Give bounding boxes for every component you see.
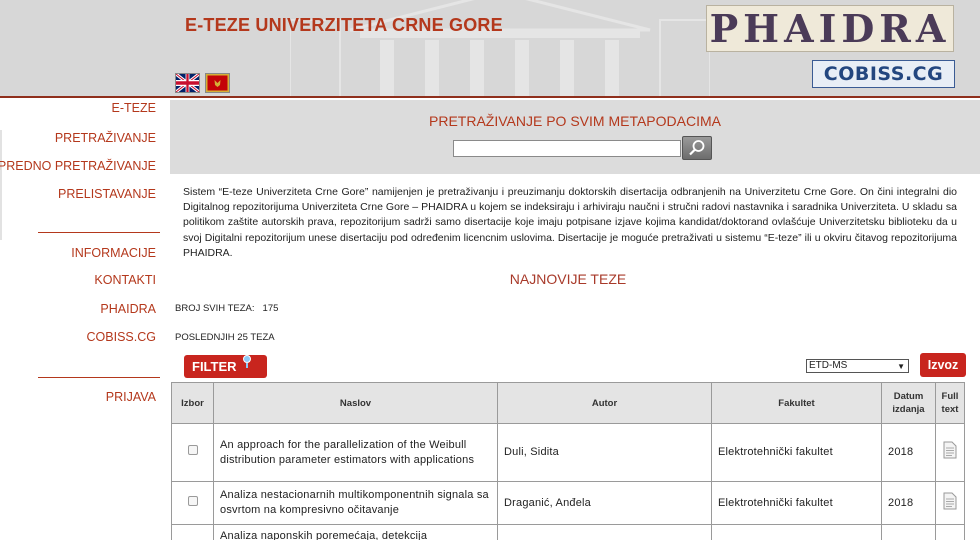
row-faculty [711,524,882,540]
intro-text: Sistem “E-teze Univerziteta Crne Gore” n… [183,186,957,259]
filter-info-icon [243,355,251,368]
search-title: PRETRAŽIVANJE PO SVIM METAPODACIMA [429,113,721,129]
sidebar-item-cobiss[interactable]: COBISS.CG [87,330,156,344]
col-header-fakultet[interactable]: Fakultet [711,382,882,424]
table-row: Analiza naponskih poremećaja, detekcija [171,524,965,540]
row-year: 2018 [881,423,936,482]
cobiss-logo-text: COBISS.CG [823,63,944,85]
sidebar-edge [0,130,2,240]
phaidra-logo[interactable]: PHAIDRA [706,5,954,52]
row-select-cell [171,481,214,525]
table-row: Analiza nestacionarnih multikomponentnih… [171,481,965,525]
row-title[interactable]: An approach for the parallelization of t… [213,423,498,482]
row-faculty: Elektrotehnički fakultet [711,423,882,482]
row-fulltext-cell [935,481,965,525]
row-author: Duli, Sidita [497,423,712,482]
export-button[interactable]: Izvoz [920,353,966,377]
total-theses-value: 175 [262,303,279,314]
latest-theses-title: NAJNOVIJE TEZE [509,271,627,287]
site-header: E-TEZE UNIVERZITETA CRNE GORE PHAIDRA CO… [0,0,980,98]
site-title[interactable]: E-TEZE UNIVERZITETA CRNE GORE [185,15,503,36]
col-header-izbor[interactable]: Izbor [171,382,214,424]
col-header-full-text: Full text [935,382,965,424]
sidebar-item-prijava[interactable]: PRIJAVA [106,390,156,404]
export-format-select[interactable]: ETD-MS ▼ [806,359,909,373]
filter-label: FILTER [192,359,237,374]
sidebar-item-kontakti[interactable]: KONTAKTI [94,273,156,287]
search-button[interactable] [682,136,712,160]
row-year [881,524,936,540]
sidebar-divider [38,377,160,378]
table-header-row: Izbor Naslov Autor Fakultet Datum izdanj… [171,382,965,424]
recent-theses-suffix: TEZA [250,332,275,343]
sidebar-divider [38,232,160,233]
row-author [497,524,712,540]
row-fulltext-cell [935,524,965,540]
recent-theses-label: POSLEDNJIH [175,332,235,343]
export-format-value: ETD-MS [809,360,848,371]
row-checkbox[interactable] [187,445,198,455]
cobiss-logo[interactable]: COBISS.CG [812,60,955,88]
row-title[interactable]: Analiza nestacionarnih multikomponentnih… [213,481,498,525]
search-icon [689,140,705,156]
sidebar-item-phaidra[interactable]: PHAIDRA [100,302,156,316]
table-row: An approach for the parallelization of t… [171,423,965,482]
row-author: Draganić, Anđela [497,481,712,525]
col-header-autor[interactable]: Autor [497,382,712,424]
total-theses-stat: BROJ SVIH TEZA: 175 [175,303,278,314]
sidebar-nav: E-TEZE PRETRAŽIVANJE NAPREDNO PRETRAŽIVA… [0,98,170,540]
row-title[interactable]: Analiza naponskih poremećaja, detekcija [213,524,498,540]
recent-theses-count: 25 [237,332,248,343]
uk-flag-icon[interactable] [175,72,200,94]
row-faculty: Elektrotehnički fakultet [711,481,882,525]
sidebar-item-pretrazivanje[interactable]: PRETRAŽIVANJE [55,131,156,145]
sidebar-item-prelistavanje[interactable]: PRELISTAVANJE [58,187,156,201]
row-select-cell [171,423,214,482]
row-checkbox[interactable] [187,495,198,506]
phaidra-logo-text: PHAIDRA [709,6,951,51]
search-panel: PRETRAŽIVANJE PO SVIM METAPODACIMA [170,100,980,174]
row-select-cell [171,524,214,540]
col-header-datum[interactable]: Datum izdanja [881,382,936,424]
sidebar-item-informacije[interactable]: INFORMACIJE [71,246,156,260]
results-table: Izbor Naslov Autor Fakultet Datum izdanj… [171,382,965,540]
search-input[interactable] [453,140,681,157]
row-fulltext-cell [935,423,965,482]
sidebar-item-e-teze[interactable]: E-TEZE [112,101,156,115]
sidebar-item-napredno-pretrazivanje[interactable]: NAPREDNO PRETRAŽIVANJE [0,159,156,173]
row-year: 2018 [881,481,936,525]
montenegro-flag-icon[interactable] [205,73,230,93]
dropdown-arrow-icon: ▼ [897,362,905,371]
total-theses-label: BROJ SVIH TEZA: [175,303,255,314]
document-icon[interactable] [943,492,957,510]
recent-theses-stat: POSLEDNJIH 25 TEZA [175,332,275,343]
col-header-naslov[interactable]: Naslov [213,382,498,424]
filter-button[interactable]: FILTER [184,355,267,378]
document-icon[interactable] [943,441,957,459]
